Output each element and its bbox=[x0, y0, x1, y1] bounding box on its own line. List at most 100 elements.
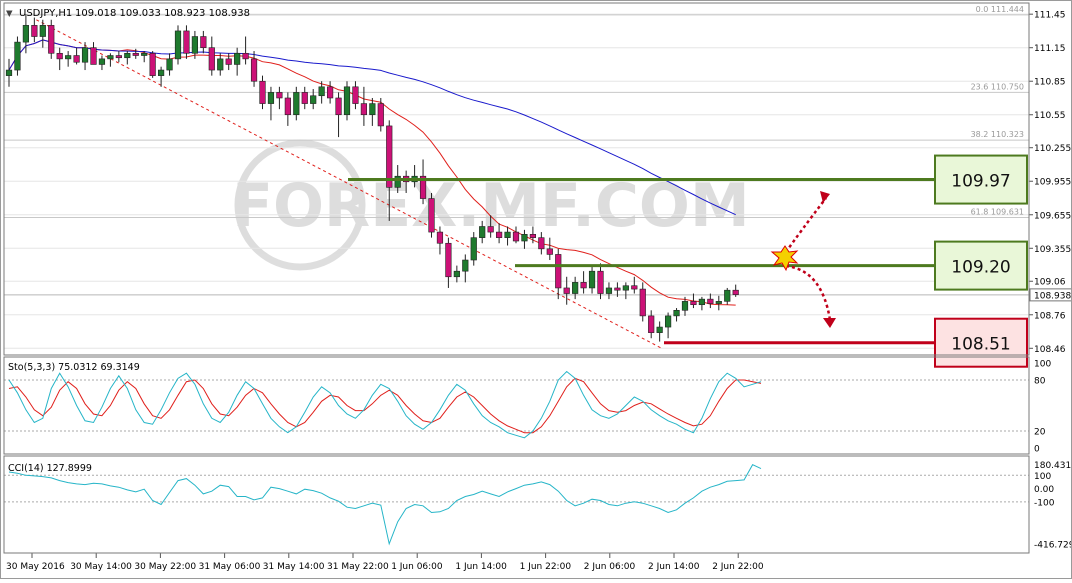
candle-body bbox=[225, 58, 232, 65]
candle bbox=[343, 81, 351, 121]
candle-body bbox=[81, 47, 89, 63]
candle-body bbox=[217, 58, 224, 71]
price-tick-label: 108.46 bbox=[1034, 345, 1066, 355]
fib-label: 38.2 110.323 bbox=[971, 130, 1024, 139]
price-tick-label: 109.955 bbox=[1034, 178, 1071, 188]
symbol-header: USDJPY,H1 bbox=[19, 8, 72, 19]
level-value-label: 109.20 bbox=[951, 258, 1010, 278]
candle-body bbox=[436, 231, 444, 244]
candle-body bbox=[470, 237, 477, 261]
candle-body bbox=[555, 254, 562, 289]
candle-body bbox=[56, 52, 63, 60]
sto-tick-label: 80 bbox=[1034, 377, 1046, 387]
chart-menu-triangle[interactable]: ▼ bbox=[6, 9, 13, 19]
candle-body bbox=[158, 69, 165, 76]
candle-body bbox=[479, 226, 486, 238]
candle-body bbox=[326, 86, 334, 99]
candle-body bbox=[22, 25, 30, 43]
candle-body bbox=[572, 282, 579, 294]
time-tick-label: 31 May 14:00 bbox=[263, 562, 325, 572]
candle-body bbox=[284, 97, 291, 116]
candle-body bbox=[605, 287, 613, 294]
candle-body bbox=[90, 47, 97, 65]
candle-body bbox=[183, 30, 190, 54]
candle-body bbox=[732, 289, 739, 295]
candle-body bbox=[546, 248, 553, 255]
time-tick-label: 30 May 14:00 bbox=[70, 562, 132, 572]
candle-body bbox=[343, 86, 351, 116]
candle-body bbox=[65, 55, 72, 60]
candle-body bbox=[538, 237, 545, 250]
candle-body bbox=[48, 25, 55, 54]
candle-body bbox=[369, 103, 376, 116]
cci-tick-label: 100 bbox=[1034, 472, 1051, 482]
candle-body bbox=[234, 52, 241, 65]
candle-body bbox=[149, 52, 156, 76]
candle-body bbox=[259, 80, 266, 104]
chart-background bbox=[0, 0, 1072, 579]
cci-tick-label: 180.4314 bbox=[1034, 461, 1072, 471]
candle-body bbox=[200, 36, 207, 48]
candle-body bbox=[529, 234, 536, 238]
candle-body bbox=[453, 270, 460, 278]
candle-body bbox=[276, 92, 283, 99]
candle-body bbox=[394, 175, 401, 188]
time-tick-label: 2 Jun 14:00 bbox=[648, 562, 700, 572]
candle-body bbox=[521, 234, 528, 242]
candle-body bbox=[301, 92, 308, 104]
sto-header: Sto(5,3,3) 75.0312 69.3149 bbox=[8, 362, 140, 373]
cci-header: CCI(14) 127.8999 bbox=[8, 463, 92, 474]
candle-body bbox=[242, 52, 249, 60]
price-tick-label: 109.06 bbox=[1034, 278, 1066, 288]
price-tick-label: 109.655 bbox=[1034, 211, 1071, 221]
candle bbox=[14, 36, 21, 76]
candle-body bbox=[293, 92, 300, 116]
candle-body bbox=[267, 92, 275, 104]
candle-body bbox=[707, 298, 714, 304]
candle-body bbox=[664, 315, 672, 328]
level-value-label: 108.51 bbox=[951, 335, 1010, 355]
time-tick-label: 2 Jun 22:00 bbox=[712, 562, 764, 572]
time-tick-label: 31 May 06:00 bbox=[199, 562, 261, 572]
candle-body bbox=[5, 69, 13, 76]
candle-body bbox=[639, 288, 646, 317]
time-tick-label: 2 Jun 06:00 bbox=[584, 562, 636, 572]
current-price-label: 108.938 bbox=[1034, 291, 1071, 301]
candle-body bbox=[580, 282, 587, 289]
candle-body bbox=[631, 285, 638, 290]
price-tick-label: 111.15 bbox=[1034, 44, 1066, 54]
fib-label: 23.6 110.750 bbox=[971, 82, 1024, 91]
fib-label: 61.8 109.631 bbox=[971, 207, 1024, 216]
sto-tick-label: 20 bbox=[1034, 428, 1046, 438]
candle-body bbox=[487, 226, 494, 233]
candle bbox=[48, 19, 55, 59]
candle-body bbox=[504, 231, 511, 238]
candle-body bbox=[690, 301, 697, 306]
candle-body bbox=[39, 25, 46, 37]
candle-body bbox=[588, 270, 596, 289]
time-tick-label: 1 Jun 22:00 bbox=[520, 562, 572, 572]
time-tick-label: 1 Jun 06:00 bbox=[391, 562, 443, 572]
candle-body bbox=[462, 259, 469, 272]
candle-body bbox=[724, 289, 731, 302]
candle-body bbox=[673, 310, 680, 317]
price-tick-label: 110.85 bbox=[1034, 78, 1066, 88]
candle-body bbox=[107, 55, 114, 60]
candle-body bbox=[597, 270, 604, 294]
candle bbox=[149, 51, 156, 78]
price-tick-label: 108.76 bbox=[1034, 311, 1066, 321]
candle-body bbox=[563, 287, 570, 294]
sto-tick-label: 100 bbox=[1034, 360, 1051, 370]
candle bbox=[428, 192, 435, 238]
candle-body bbox=[622, 285, 629, 291]
candle-body bbox=[318, 86, 325, 97]
time-tick-label: 30 May 2016 bbox=[6, 562, 65, 572]
candle-body bbox=[14, 41, 21, 71]
candle-body bbox=[250, 58, 258, 82]
candle-body bbox=[174, 30, 182, 60]
candle-body bbox=[377, 103, 384, 127]
candle-body bbox=[191, 36, 199, 54]
candle-body bbox=[141, 52, 148, 56]
candle-body bbox=[648, 315, 655, 333]
candle-body bbox=[352, 86, 359, 104]
